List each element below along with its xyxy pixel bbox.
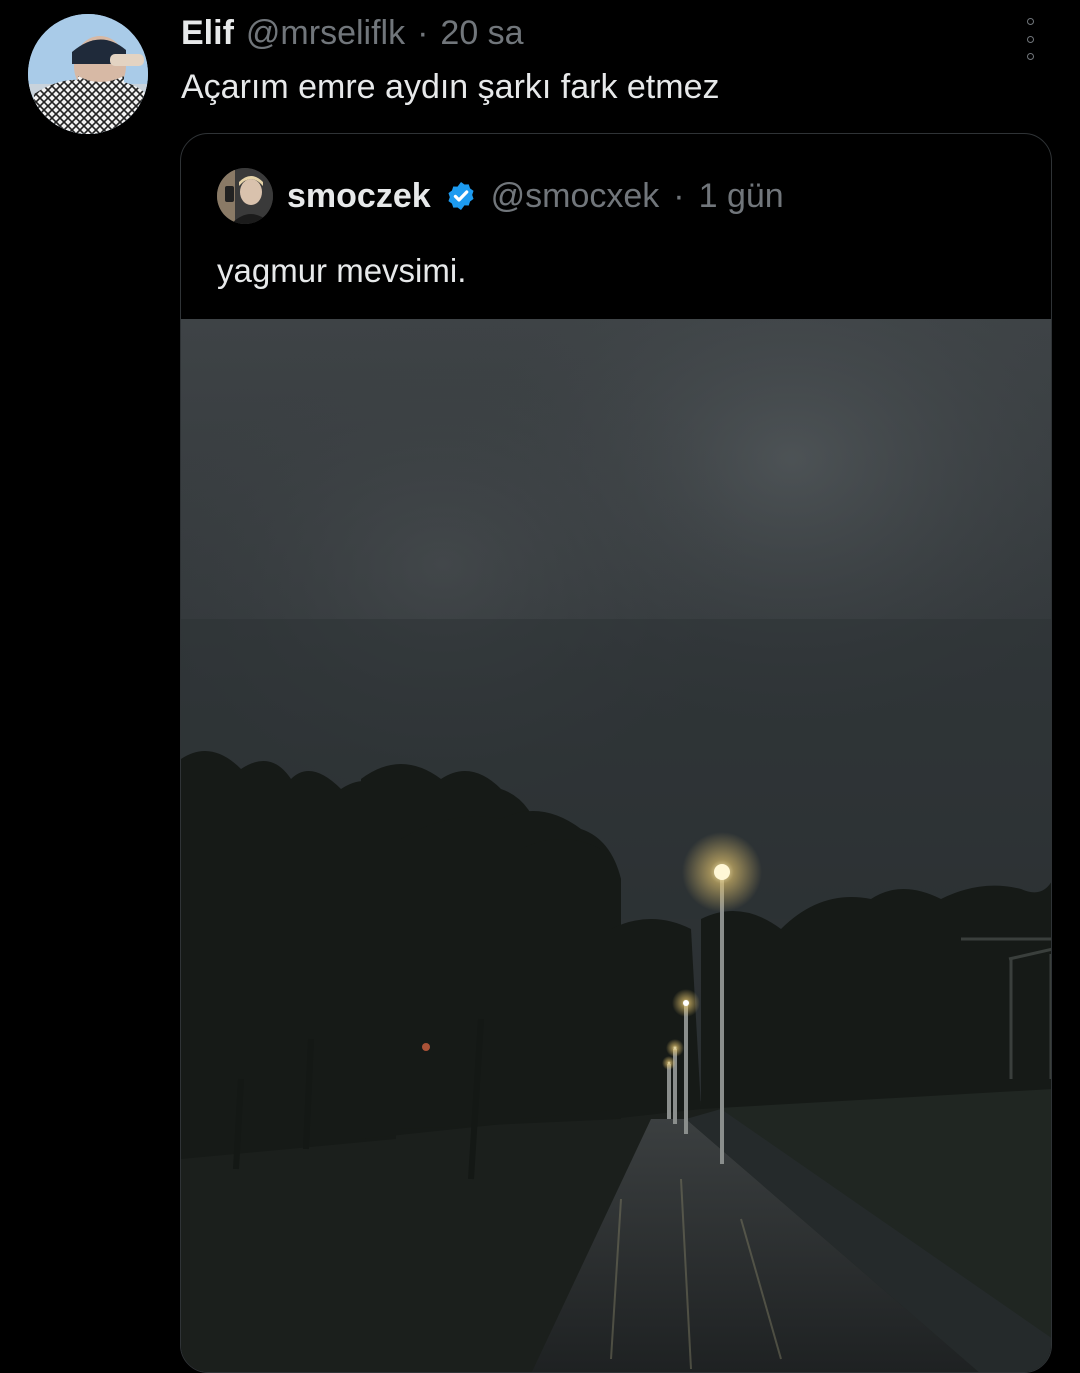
tweet-text: Açarım emre aydın şarkı fark etmez: [181, 68, 720, 106]
quoted-tweet[interactable]: smoczek @smocxek · 1 gün yagmur mevsimi.: [180, 133, 1052, 1373]
quoted-author-avatar[interactable]: [217, 168, 273, 224]
quoted-author-name[interactable]: smoczek: [287, 177, 431, 216]
separator-dot: ·: [417, 14, 429, 52]
quoted-tweet-header: smoczek @smocxek · 1 gün: [217, 164, 784, 228]
tweet-header: Elif @mrseliflk · 20 sa: [181, 14, 524, 56]
author-avatar[interactable]: [28, 14, 148, 134]
author-name[interactable]: Elif: [181, 14, 234, 53]
verified-badge-icon: [448, 182, 474, 210]
quoted-tweet-text: yagmur mevsimi.: [217, 252, 467, 289]
quoted-tweet-time[interactable]: 1 gün: [699, 177, 784, 216]
quoted-author-handle[interactable]: @smocxek: [491, 177, 660, 216]
more-vertical-icon[interactable]: [1022, 18, 1038, 60]
quoted-tweet-photo[interactable]: [181, 319, 1051, 1372]
author-handle[interactable]: @mrseliflk: [246, 14, 405, 53]
reply-tweet[interactable]: Elif @mrseliflk · 20 sa Açarım emre aydı…: [0, 0, 1080, 1373]
tweet-time[interactable]: 20 sa: [440, 14, 523, 53]
separator-dot: ·: [673, 176, 685, 215]
